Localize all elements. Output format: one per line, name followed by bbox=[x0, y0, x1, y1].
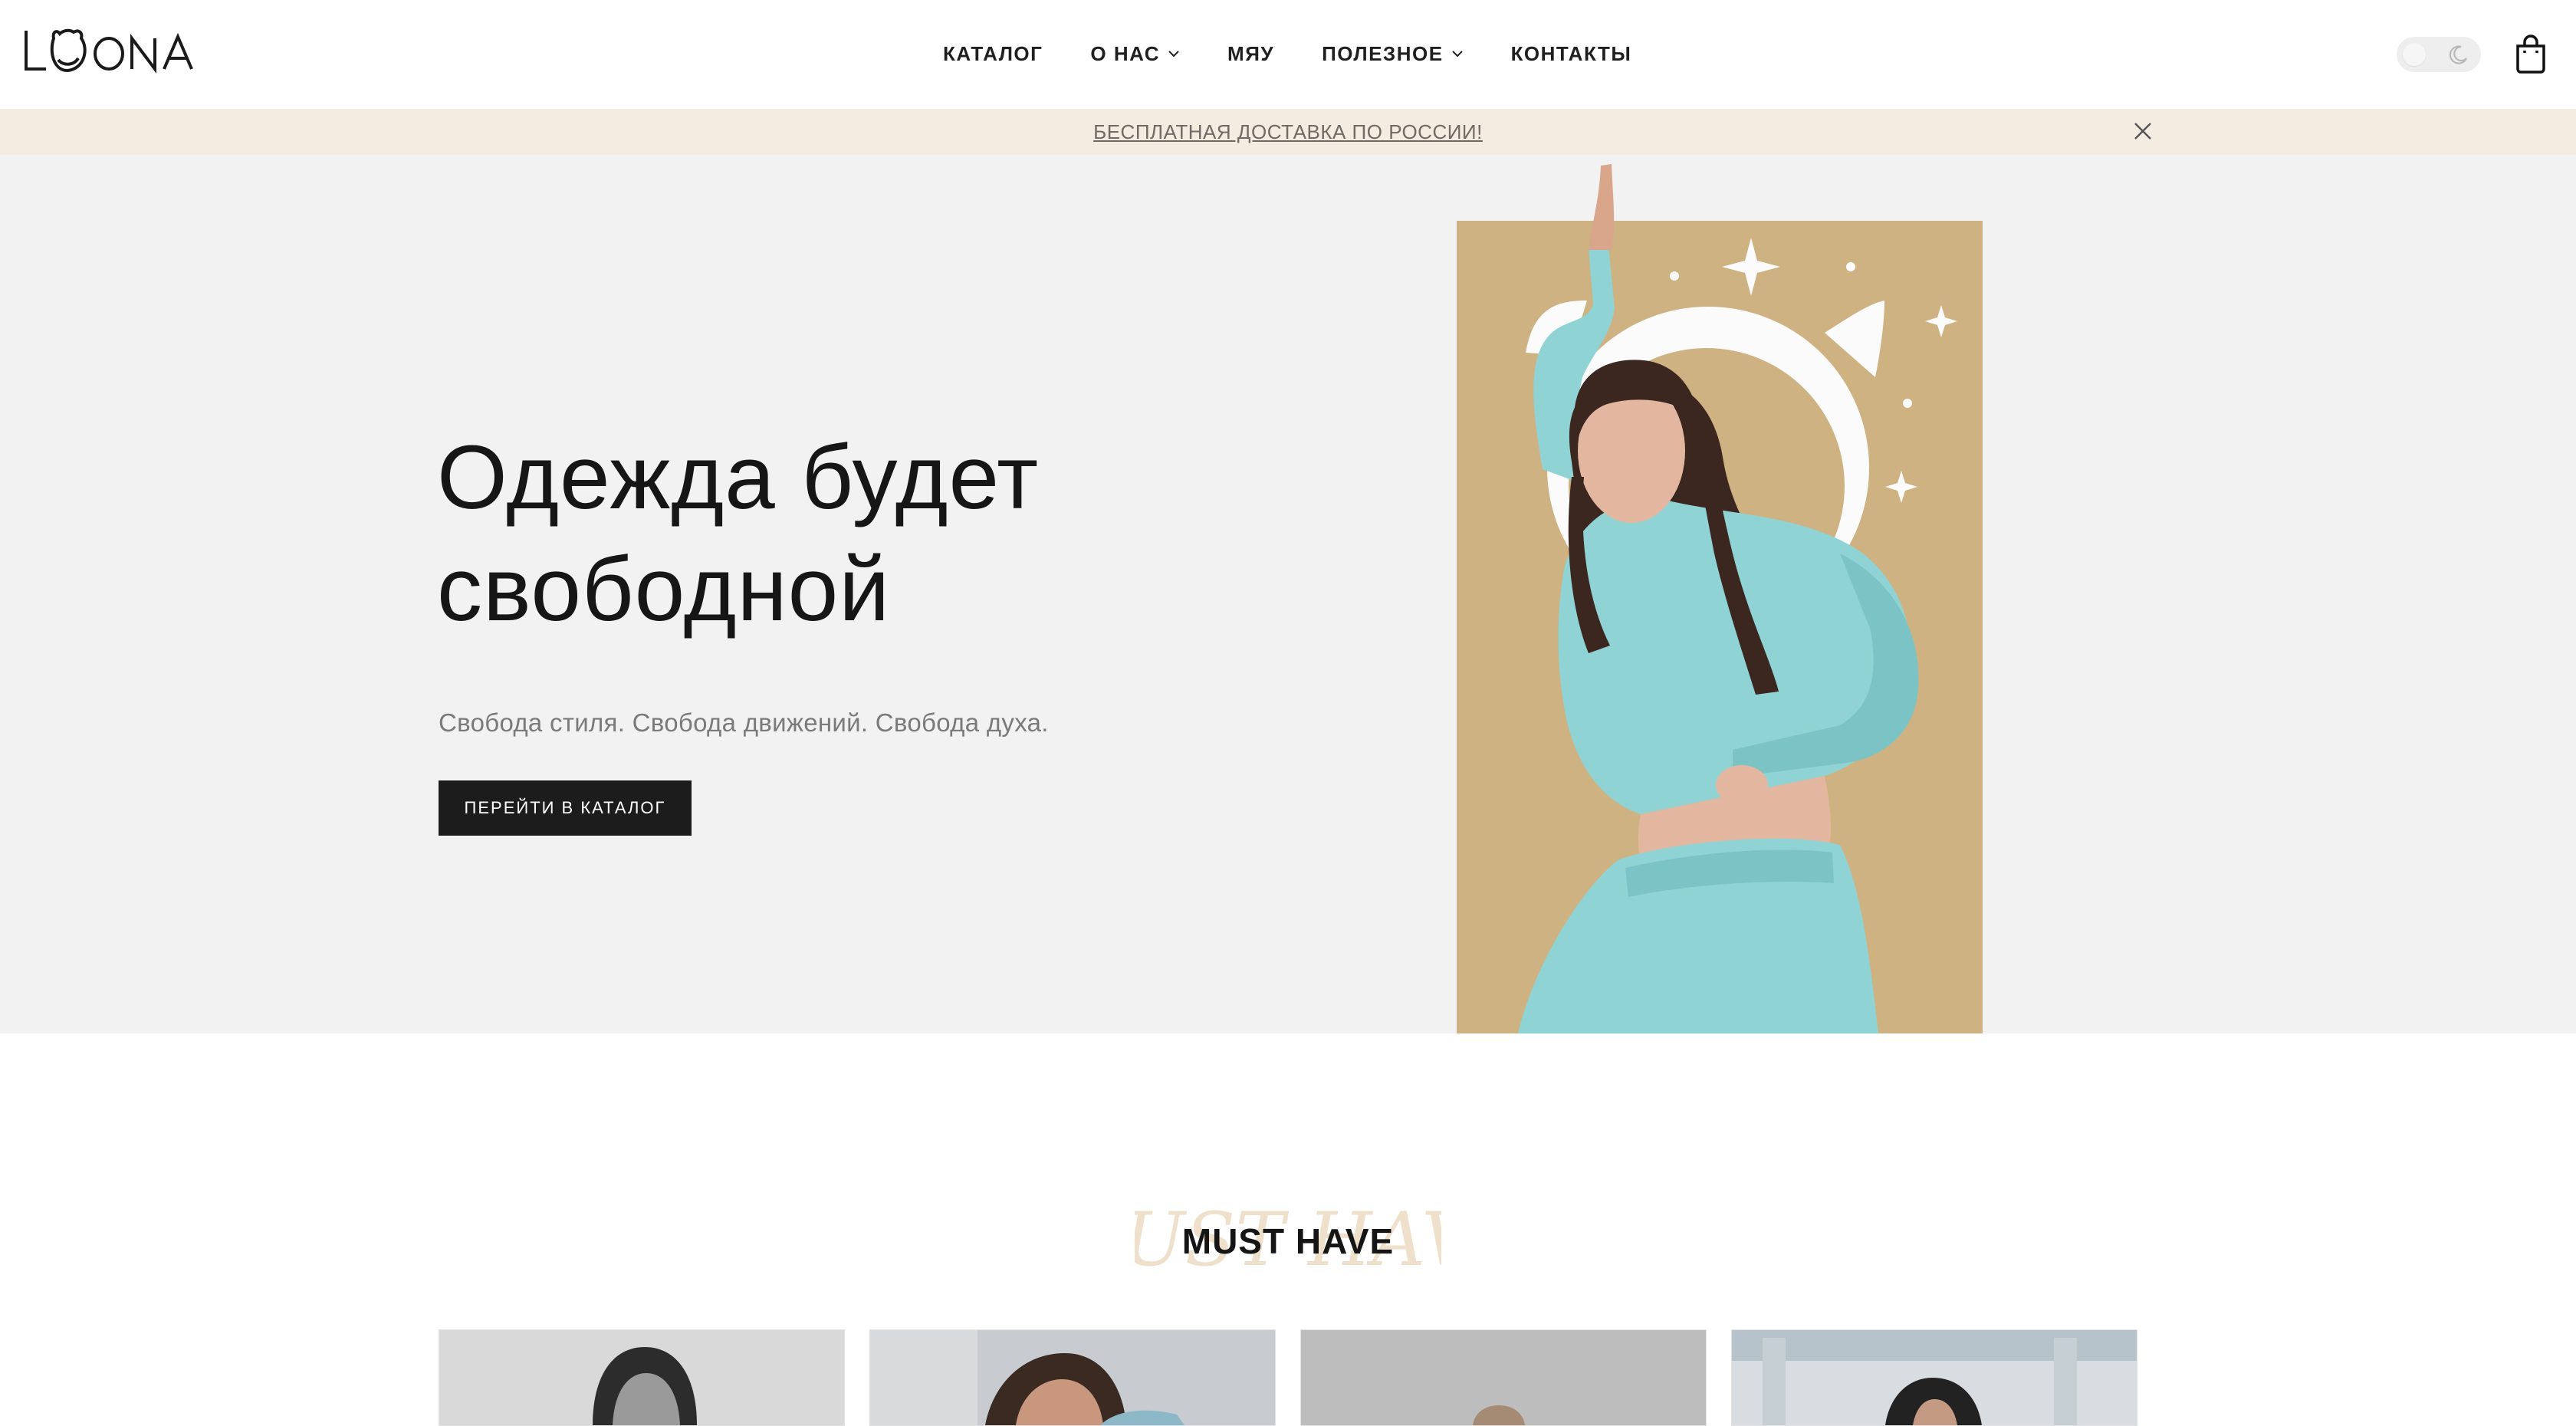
product-grid bbox=[439, 1329, 2137, 1426]
toggle-knob bbox=[2403, 43, 2426, 66]
promo-bar: БЕСПЛАТНАЯ ДОСТАВКА ПО РОССИИ! bbox=[0, 109, 2576, 155]
product-photo bbox=[1301, 1330, 1706, 1425]
product-card[interactable] bbox=[869, 1329, 1276, 1426]
hero-section: Одежда будет свободной Свобода стиля. Св… bbox=[0, 155, 2576, 1033]
theme-toggle[interactable] bbox=[2397, 37, 2481, 72]
moon-icon bbox=[2449, 45, 2468, 64]
nav-item-label: МЯУ bbox=[1227, 41, 1275, 65]
section-title: MUST HAVE bbox=[1181, 1221, 1395, 1261]
product-card[interactable] bbox=[439, 1329, 845, 1426]
nav-item-useful[interactable]: ПОЛЕЗНОЕ bbox=[1322, 42, 1463, 66]
nav-item-label: О НАС bbox=[1090, 41, 1161, 65]
shopping-bag-icon bbox=[2516, 34, 2545, 74]
hero-model-image bbox=[1457, 164, 1983, 1033]
nav-item-label: ПОЛЕЗНОЕ bbox=[1322, 41, 1444, 65]
nav-item-meow[interactable]: МЯУ bbox=[1227, 42, 1274, 66]
go-to-catalog-button[interactable]: ПЕРЕЙТИ В КАТАЛОГ bbox=[439, 780, 692, 836]
hero-title-line-1: Одежда будет bbox=[437, 427, 1040, 528]
nav-item-catalog[interactable]: КАТАЛОГ bbox=[943, 42, 1043, 66]
must-have-heading: MUST HAVE MUST HAVE bbox=[0, 1196, 2576, 1288]
product-photo bbox=[439, 1330, 844, 1425]
hero-title-line-2: свободной bbox=[437, 539, 891, 640]
nav-item-label: КАТАЛОГ bbox=[943, 41, 1043, 65]
hero-subtitle: Свобода стиля. Свобода движений. Свобода… bbox=[439, 708, 1049, 737]
site-header: КАТАЛОГ О НАС МЯУ ПОЛЕЗНОЕ КОНТАКТЫ bbox=[0, 0, 2576, 109]
product-card[interactable] bbox=[1300, 1329, 1707, 1426]
cart-button[interactable] bbox=[2513, 34, 2548, 74]
product-photo bbox=[1732, 1330, 2137, 1425]
chevron-down-icon bbox=[1168, 51, 1179, 58]
nav-item-about[interactable]: О НАС bbox=[1090, 42, 1180, 66]
product-photo bbox=[870, 1330, 1275, 1425]
promo-link[interactable]: БЕСПЛАТНАЯ ДОСТАВКА ПО РОССИИ! bbox=[0, 109, 2576, 155]
nav-item-label: КОНТАКТЫ bbox=[1510, 41, 1632, 65]
chevron-down-icon bbox=[1451, 51, 1463, 58]
main-nav: КАТАЛОГ О НАС МЯУ ПОЛЕЗНОЕ КОНТАКТЫ bbox=[943, 38, 1631, 69]
close-icon[interactable] bbox=[2131, 120, 2154, 143]
hero-title: Одежда будет свободной bbox=[437, 422, 1280, 646]
nav-item-contacts[interactable]: КОНТАКТЫ bbox=[1511, 42, 1632, 66]
product-card[interactable] bbox=[1731, 1329, 2137, 1426]
site-logo[interactable] bbox=[23, 26, 199, 75]
